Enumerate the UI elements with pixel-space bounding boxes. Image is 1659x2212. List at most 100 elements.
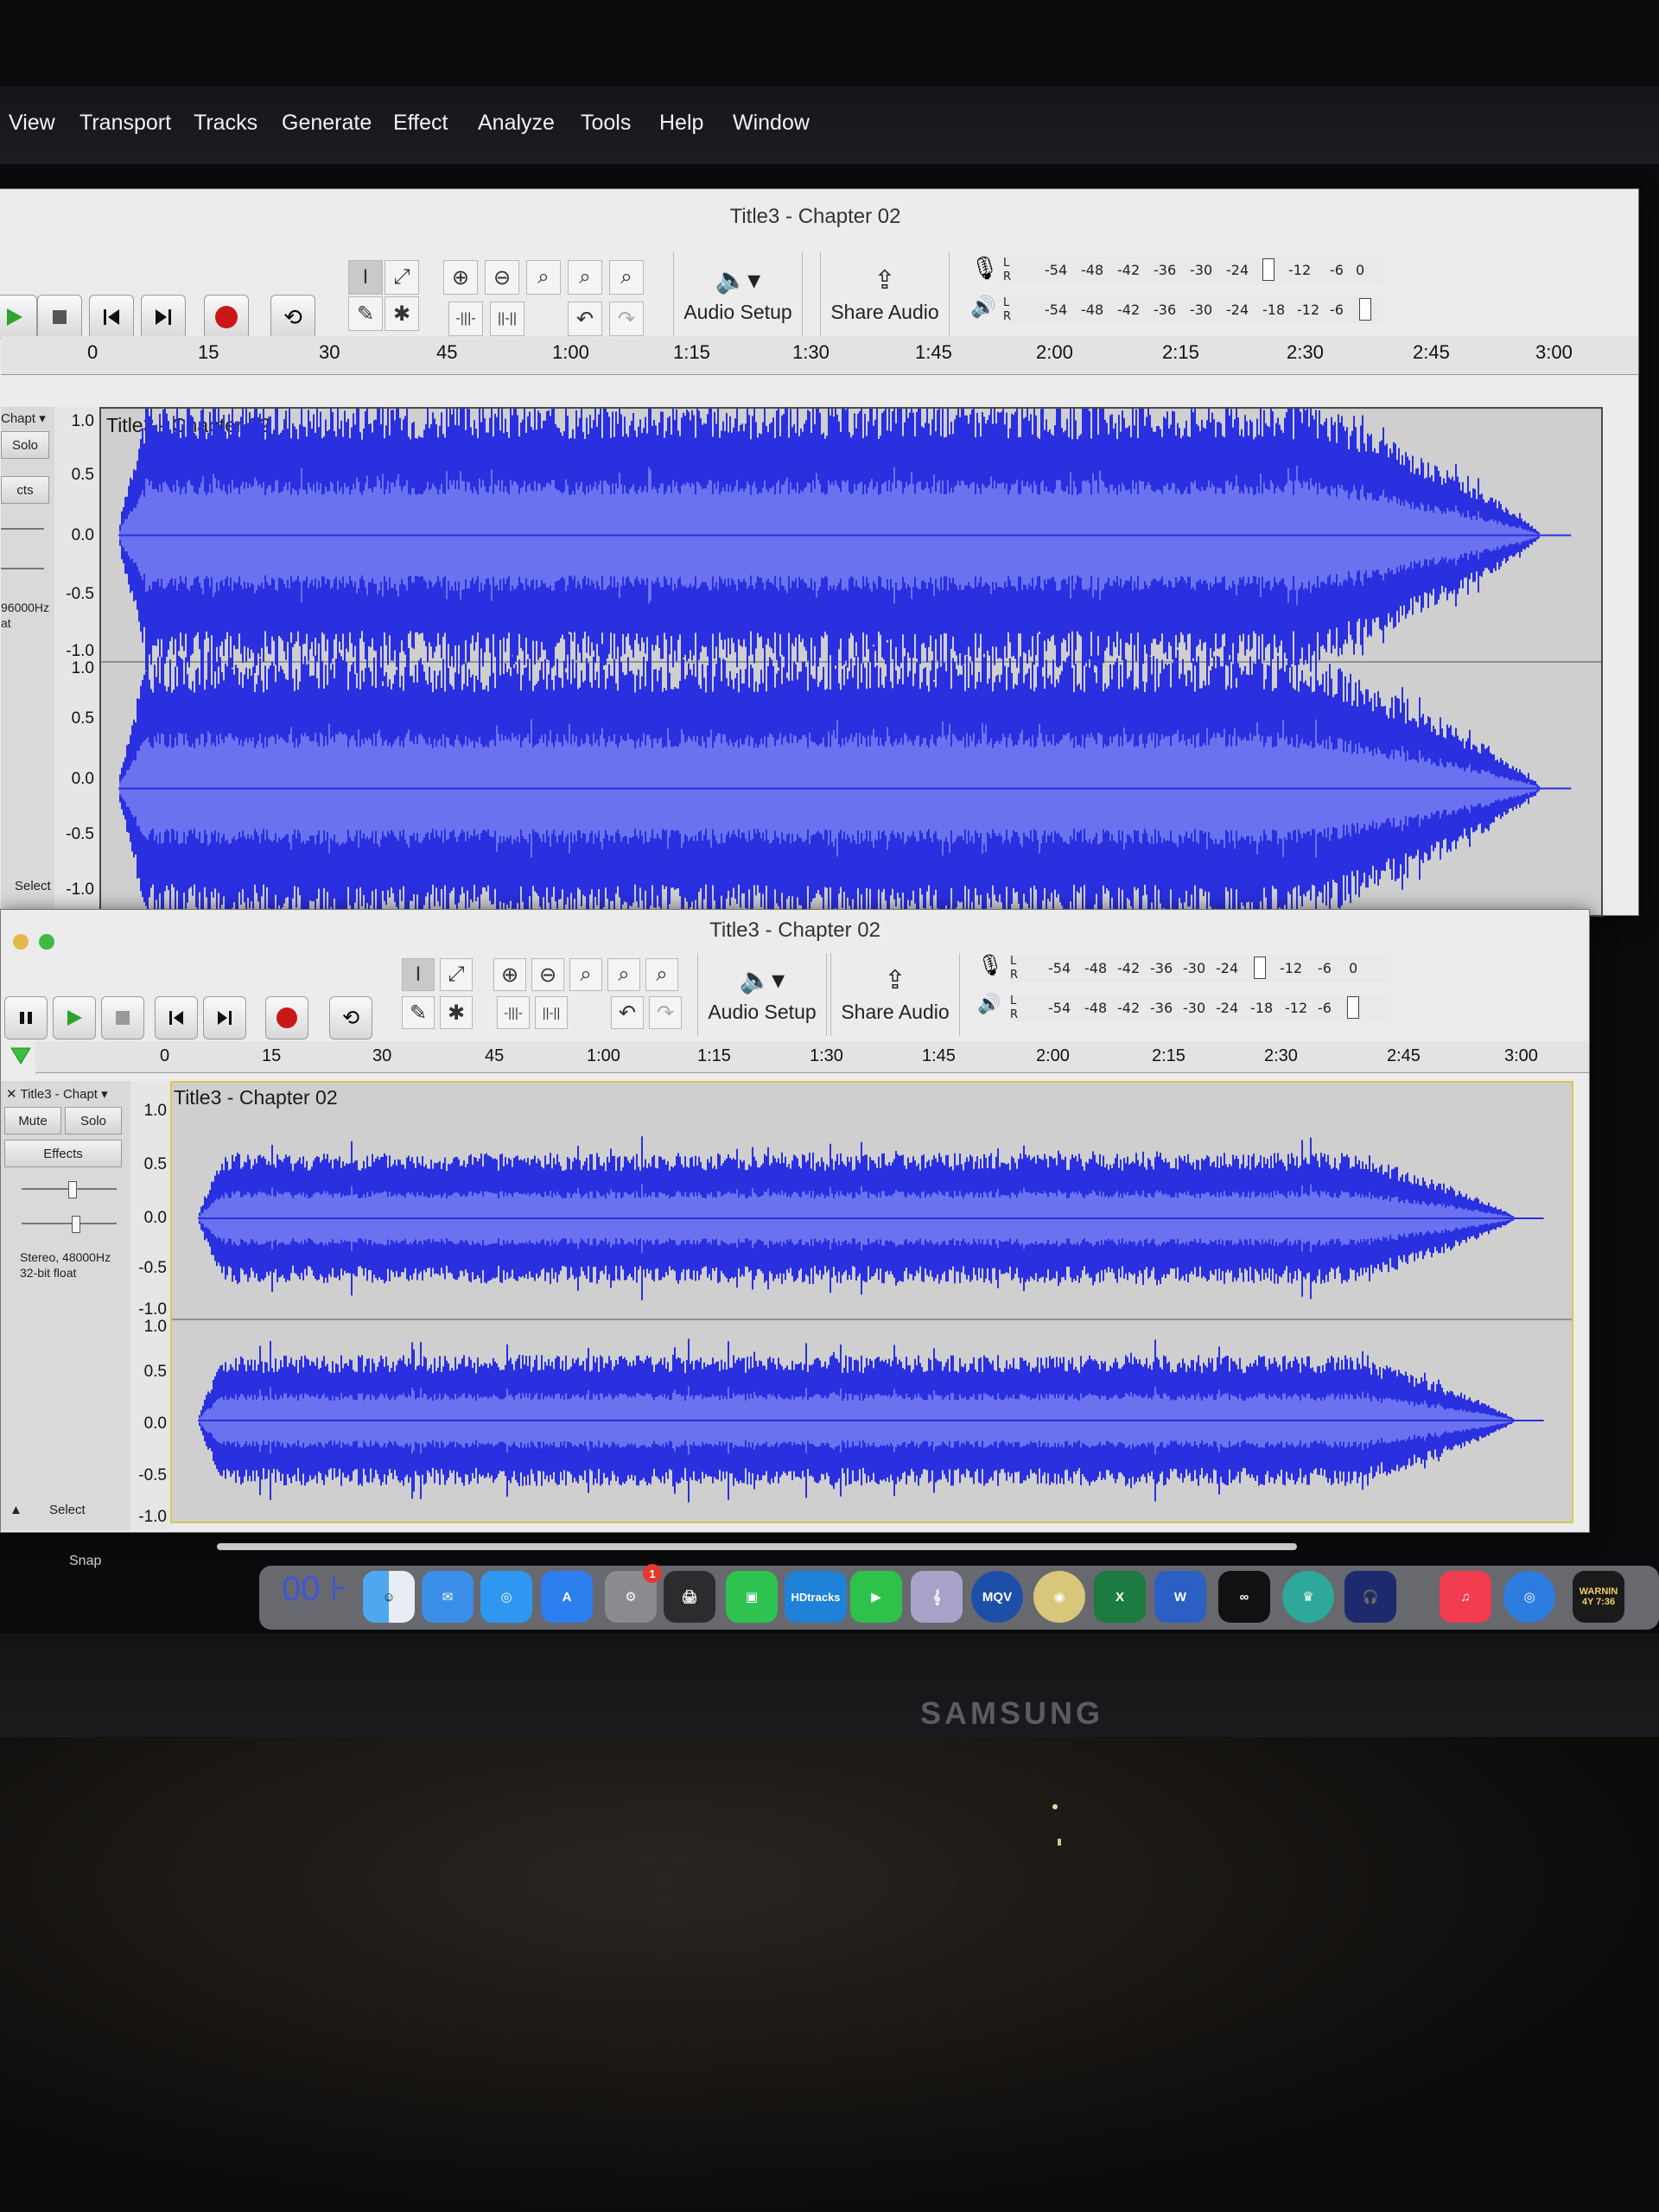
skip-end-button[interactable] — [141, 295, 186, 340]
word-icon[interactable]: W — [1154, 1571, 1206, 1623]
mqv-icon[interactable]: MQV — [971, 1571, 1023, 1623]
fit-selection-button[interactable]: ⌕ — [569, 958, 602, 991]
skip-start-button[interactable] — [155, 996, 198, 1039]
finder-icon[interactable]: ☺ — [363, 1571, 415, 1623]
select-button[interactable]: Select — [15, 879, 51, 893]
gain-slider[interactable] — [1, 528, 44, 530]
zoom-toggle-button[interactable]: ⌕ — [609, 260, 644, 295]
zoom-out-button[interactable]: ⊖ — [531, 958, 564, 991]
draw-tool[interactable]: ✎ — [402, 996, 435, 1029]
silence-button[interactable]: ||-|| — [535, 996, 568, 1029]
record-button[interactable] — [265, 996, 308, 1039]
warning-clock-icon[interactable]: WARNIN 4Y 7:36 — [1573, 1571, 1624, 1623]
record-meter[interactable]: L R -54 -48 -42 -36 -30 -24 -12 -6 0 — [1003, 257, 1383, 284]
draw-tool[interactable]: ✎ — [348, 296, 383, 331]
timeline-ruler[interactable]: 0 15 30 45 1:00 1:15 1:30 1:45 2:00 2:15… — [35, 1041, 1589, 1073]
menu-effect[interactable]: Effect — [393, 111, 448, 136]
selection-tool[interactable]: I — [348, 260, 383, 295]
trim-button[interactable]: -|||- — [497, 996, 530, 1029]
playback-speaker-icon[interactable]: 🔊 — [977, 993, 1001, 1015]
play-button[interactable] — [53, 996, 96, 1039]
excel-icon[interactable]: X — [1094, 1571, 1146, 1623]
stop-button[interactable] — [101, 996, 144, 1039]
loop-button[interactable]: ⟲ — [329, 996, 372, 1039]
redo-button[interactable]: ↷ — [649, 996, 682, 1029]
share-audio-button[interactable]: ⇪ Share Audio — [820, 251, 950, 338]
disc-icon[interactable]: ◉ — [1033, 1571, 1085, 1623]
menu-transport[interactable]: Transport — [79, 111, 171, 136]
menu-window[interactable]: Window — [733, 111, 810, 136]
effects-button[interactable]: Effects — [4, 1140, 122, 1167]
envelope-tool[interactable]: ⤢ — [385, 260, 419, 295]
mute-button[interactable]: Mute — [4, 1107, 61, 1135]
fit-selection-button[interactable]: ⌕ — [526, 260, 561, 295]
meter-slider[interactable] — [1359, 298, 1371, 321]
multi-tool[interactable]: ✱ — [385, 296, 419, 331]
close-track-icon[interactable]: ✕ — [6, 1087, 17, 1102]
stop-button[interactable] — [37, 295, 82, 340]
effects-button[interactable]: cts — [1, 476, 49, 504]
fit-project-button[interactable]: ⌕ — [607, 958, 640, 991]
play-button[interactable] — [0, 295, 37, 340]
audacity-icon[interactable]: 🎧 — [1344, 1571, 1396, 1623]
multi-tool[interactable]: ✱ — [440, 996, 473, 1029]
loop-button[interactable]: ⟲ — [270, 295, 315, 340]
trim-button[interactable]: -|||- — [448, 302, 483, 336]
zoom-in-button[interactable]: ⊕ — [443, 260, 478, 295]
facetime-icon[interactable]: ▶ — [850, 1571, 902, 1623]
snap-label[interactable]: Snap — [69, 1554, 101, 1569]
collapse-icon[interactable]: ▲ — [10, 1503, 22, 1517]
music-score-icon[interactable]: 𝄞 — [911, 1571, 963, 1623]
zoom-in-button[interactable]: ⊕ — [493, 958, 526, 991]
microphone-icon[interactable]: 🎙 — [970, 255, 999, 282]
pan-slider-thumb[interactable] — [72, 1216, 80, 1233]
fit-project-button[interactable]: ⌕ — [568, 260, 602, 295]
crown-icon[interactable]: ♛ — [1282, 1571, 1334, 1623]
redo-button[interactable]: ↷ — [609, 302, 644, 336]
meter-slider[interactable] — [1347, 996, 1359, 1019]
playback-meter[interactable]: L R -54 -48 -42 -36 -30 -24 -18 -12 -6 — [1003, 296, 1383, 324]
menu-tools[interactable]: Tools — [581, 111, 631, 136]
pan-slider[interactable] — [1, 568, 44, 569]
playback-meter[interactable]: L R -54 -48 -42 -36 -30 -24 -18 -12 -6 — [1010, 995, 1390, 1022]
zoom-out-button[interactable]: ⊖ — [485, 260, 519, 295]
selection-tool[interactable]: I — [402, 958, 435, 991]
menu-help[interactable]: Help — [659, 111, 703, 136]
track-name-menu[interactable]: Chapt ▾ — [1, 410, 46, 426]
solo-button[interactable]: Solo — [1, 431, 49, 459]
printer-icon[interactable]: 🖨 — [664, 1571, 715, 1623]
playhead-marker-icon[interactable] — [10, 1046, 32, 1070]
skip-end-button[interactable] — [203, 996, 246, 1039]
safari-icon[interactable]: ◎ — [480, 1571, 532, 1623]
playback-speaker-icon[interactable]: 🔊 — [970, 295, 996, 320]
select-button[interactable]: ▲ Select — [10, 1503, 86, 1517]
menu-view[interactable]: View — [9, 111, 55, 136]
share-audio-button[interactable]: ⇪ Share Audio — [830, 953, 960, 1036]
gain-slider-thumb[interactable] — [68, 1181, 77, 1198]
system-settings-icon[interactable]: ⚙ 1 — [605, 1564, 662, 1623]
audio-setup-button[interactable]: 🔈▾ Audio Setup — [673, 251, 803, 338]
apple-music-icon[interactable]: ♫ — [1440, 1571, 1491, 1623]
pan-slider[interactable] — [22, 1223, 117, 1224]
messages-icon[interactable]: ▣ — [726, 1571, 778, 1623]
menu-analyze[interactable]: Analyze — [478, 111, 555, 136]
meter-slider[interactable] — [1262, 258, 1274, 281]
skip-start-button[interactable] — [89, 295, 134, 340]
undo-button[interactable]: ↶ — [568, 302, 602, 336]
wacom-icon[interactable]: ∞ — [1218, 1571, 1270, 1623]
mail-icon[interactable]: ✉ — [422, 1571, 474, 1623]
meter-slider[interactable] — [1254, 957, 1266, 979]
pause-button[interactable] — [4, 996, 48, 1039]
waveform-area[interactable]: Title3 - Chapter 02 — [170, 1081, 1573, 1523]
spiral-icon[interactable]: ◎ — [1503, 1571, 1555, 1623]
audio-setup-button[interactable]: 🔈▾ Audio Setup — [697, 953, 827, 1036]
zoom-toggle-button[interactable]: ⌕ — [645, 958, 678, 991]
horizontal-scrollbar[interactable] — [217, 1543, 1297, 1550]
track-name-menu[interactable]: ✕ Title3 - Chapt ▾ — [6, 1086, 108, 1102]
timeline-ruler[interactable]: 0 15 30 45 1:00 1:15 1:30 1:45 2:00 2:15… — [1, 336, 1638, 375]
menu-generate[interactable]: Generate — [282, 111, 372, 136]
silence-button[interactable]: ||-|| — [490, 302, 524, 336]
solo-button[interactable]: Solo — [65, 1107, 122, 1135]
menu-tracks[interactable]: Tracks — [194, 111, 257, 136]
hdtracks-icon[interactable]: HDtracks — [785, 1571, 847, 1623]
